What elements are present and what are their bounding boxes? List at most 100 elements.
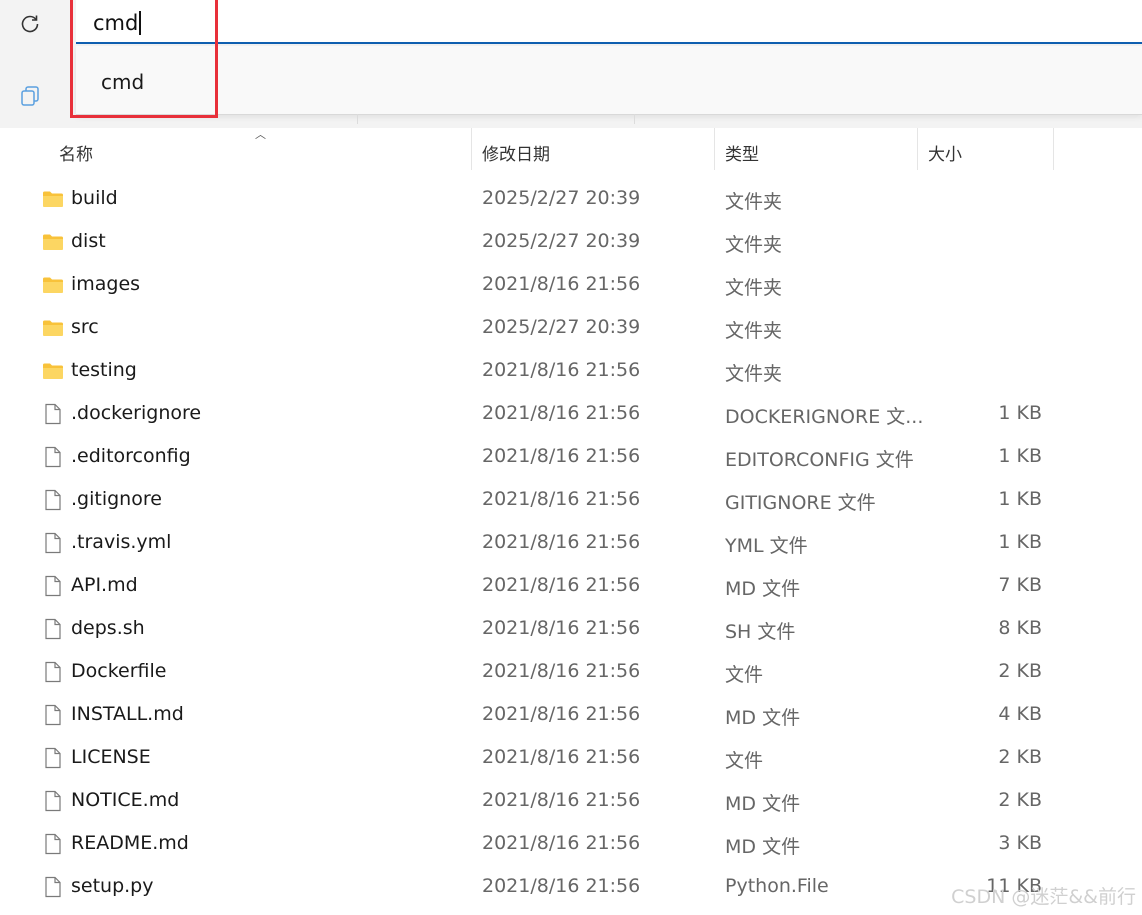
folder-icon <box>42 188 64 210</box>
file-date: 2021/8/16 21:56 <box>482 531 641 553</box>
file-date: 2021/8/16 21:56 <box>482 402 641 424</box>
file-date: 2025/2/27 20:39 <box>482 316 641 338</box>
file-date: 2021/8/16 21:56 <box>482 273 641 295</box>
file-date: 2021/8/16 21:56 <box>482 445 641 467</box>
copy-button[interactable] <box>14 80 46 112</box>
file-icon <box>42 790 64 812</box>
toolbar-divider <box>357 114 358 124</box>
file-name: .gitignore <box>71 488 162 510</box>
file-name: LICENSE <box>71 746 151 768</box>
file-row[interactable]: .gitignore 2021/8/16 21:56 GITIGNORE 文件 1 K… <box>0 479 1142 522</box>
file-row[interactable]: images 2021/8/16 21:56 文件夹 <box>0 264 1142 307</box>
column-divider[interactable] <box>714 128 715 170</box>
column-divider[interactable] <box>471 128 472 170</box>
watermark: CSDN @迷茫&&前行 <box>951 886 1136 908</box>
file-size: 3 KB <box>998 832 1042 854</box>
toolbar-divider <box>634 114 635 124</box>
file-size: 8 KB <box>998 617 1042 639</box>
file-row[interactable]: .dockerignore 2021/8/16 21:56 DOCKERIGNORE… <box>0 393 1142 436</box>
sort-ascending-icon: ︿ <box>255 128 266 141</box>
file-size: 2 KB <box>998 789 1042 811</box>
file-type: 文件夹 <box>725 277 783 299</box>
file-name: images <box>71 273 141 295</box>
file-name: dist <box>71 230 106 252</box>
file-name: Dockerfile <box>71 660 167 682</box>
file-type: 文件 <box>725 664 764 686</box>
column-header-type[interactable]: 类型 <box>725 140 759 165</box>
file-date: 2021/8/16 21:56 <box>482 832 641 854</box>
file-size: 4 KB <box>998 703 1042 725</box>
file-row[interactable]: INSTALL.md 2021/8/16 21:56 MD 文件 4 KB <box>0 694 1142 737</box>
file-date: 2021/8/16 21:56 <box>482 703 641 725</box>
file-type: 文件夹 <box>725 191 783 213</box>
file-icon <box>42 704 64 726</box>
file-name: src <box>71 316 99 338</box>
toolbar: cmd cmd <box>0 0 1142 129</box>
file-type: 文件夹 <box>725 363 783 385</box>
file-row[interactable]: README.md 2021/8/16 21:56 MD 文件 3 KB <box>0 823 1142 866</box>
file-icon <box>42 876 64 898</box>
address-bar-input[interactable]: cmd <box>76 0 1142 44</box>
refresh-icon <box>21 15 39 33</box>
file-type: EDITORCONFIG 文件 <box>725 449 914 471</box>
file-type: MD 文件 <box>725 578 801 600</box>
file-type: Python.File <box>725 875 829 897</box>
file-row[interactable]: testing 2021/8/16 21:56 文件夹 <box>0 350 1142 393</box>
file-icon <box>42 532 64 554</box>
file-row[interactable]: build 2025/2/27 20:39 文件夹 <box>0 178 1142 221</box>
folder-icon <box>42 274 64 296</box>
folder-icon <box>42 360 64 382</box>
file-size: 1 KB <box>998 531 1042 553</box>
column-header-date[interactable]: 修改日期 <box>482 140 550 165</box>
file-date: 2021/8/16 21:56 <box>482 746 641 768</box>
file-name: testing <box>71 359 137 381</box>
file-name: NOTICE.md <box>71 789 180 811</box>
file-row[interactable]: dist 2025/2/27 20:39 文件夹 <box>0 221 1142 264</box>
column-divider[interactable] <box>917 128 918 170</box>
file-date: 2025/2/27 20:39 <box>482 230 641 252</box>
file-row[interactable]: .editorconfig 2021/8/16 21:56 EDITORCONFIG… <box>0 436 1142 479</box>
file-icon <box>42 489 64 511</box>
folder-icon <box>42 231 64 253</box>
file-name: README.md <box>71 832 189 854</box>
file-type: YML 文件 <box>725 535 808 557</box>
file-type: MD 文件 <box>725 793 801 815</box>
address-suggestion-dropdown: cmd <box>76 46 1142 115</box>
file-size: 1 KB <box>998 402 1042 424</box>
file-row[interactable]: src 2025/2/27 20:39 文件夹 <box>0 307 1142 350</box>
file-type: 文件夹 <box>725 234 783 256</box>
file-date: 2021/8/16 21:56 <box>482 359 641 381</box>
file-name: API.md <box>71 574 138 596</box>
refresh-button[interactable] <box>14 8 46 40</box>
copy-icon <box>21 86 39 106</box>
file-type: 文件夹 <box>725 320 783 342</box>
file-name: .travis.yml <box>71 531 172 553</box>
file-type: MD 文件 <box>725 836 801 858</box>
file-row[interactable]: deps.sh 2021/8/16 21:56 SH 文件 8 KB <box>0 608 1142 651</box>
file-row[interactable]: LICENSE 2021/8/16 21:56 文件 2 KB <box>0 737 1142 780</box>
file-icon <box>42 618 64 640</box>
file-list: build 2025/2/27 20:39 文件夹 dist 2025/2/27 20:… <box>0 178 1142 909</box>
column-divider[interactable] <box>1053 128 1054 170</box>
file-name: build <box>71 187 118 209</box>
file-icon <box>42 403 64 425</box>
folder-icon <box>42 317 64 339</box>
file-name: .dockerignore <box>71 402 202 424</box>
file-date: 2025/2/27 20:39 <box>482 187 641 209</box>
file-row[interactable]: Dockerfile 2021/8/16 21:56 文件 2 KB <box>0 651 1142 694</box>
file-icon <box>42 446 64 468</box>
file-row[interactable]: .travis.yml 2021/8/16 21:56 YML 文件 1 KB <box>0 522 1142 565</box>
file-icon <box>42 833 64 855</box>
file-row[interactable]: NOTICE.md 2021/8/16 21:56 MD 文件 2 KB <box>0 780 1142 823</box>
column-header-size[interactable]: 大小 <box>928 140 962 165</box>
file-type: 文件 <box>725 750 764 772</box>
column-header-name[interactable]: 名称 <box>59 140 93 165</box>
file-size: 2 KB <box>998 660 1042 682</box>
file-date: 2021/8/16 21:56 <box>482 875 641 897</box>
file-type: MD 文件 <box>725 707 801 729</box>
file-size: 1 KB <box>998 488 1042 510</box>
file-date: 2021/8/16 21:56 <box>482 488 641 510</box>
file-row[interactable]: API.md 2021/8/16 21:56 MD 文件 7 KB <box>0 565 1142 608</box>
file-size: 2 KB <box>998 746 1042 768</box>
file-type: SH 文件 <box>725 621 796 643</box>
